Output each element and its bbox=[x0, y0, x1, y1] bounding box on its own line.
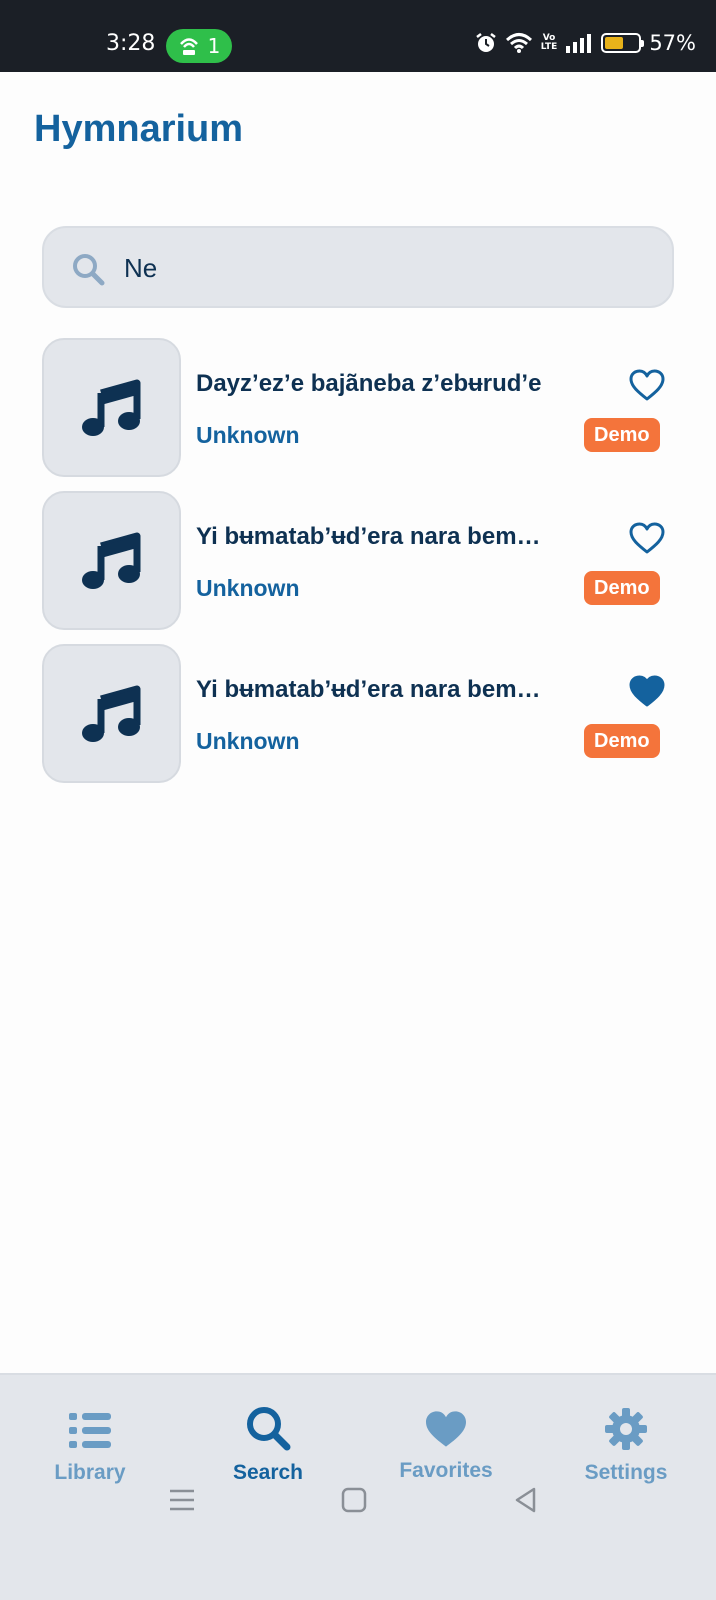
song-title: Dayz’ez’e bajãneba z’ebʉrud’e bbox=[196, 370, 542, 397]
status-time: 3:28 bbox=[106, 31, 156, 56]
gear-icon bbox=[605, 1408, 647, 1450]
hotspot-icon bbox=[179, 38, 198, 55]
song-thumbnail bbox=[42, 644, 181, 783]
song-thumbnail bbox=[42, 491, 181, 630]
nav-search[interactable]: Search bbox=[188, 1405, 348, 1485]
music-note-icon bbox=[81, 685, 140, 742]
page-title: Hymnarium bbox=[34, 108, 244, 150]
hotspot-indicator: 1 bbox=[166, 29, 232, 63]
signal-icon bbox=[566, 34, 592, 53]
alarm-icon bbox=[476, 33, 496, 52]
search-icon bbox=[247, 1407, 291, 1451]
nav-library[interactable]: Library bbox=[10, 1405, 170, 1485]
song-title: Yi bʉmatab’ʉd’era nara bem… bbox=[196, 523, 541, 550]
status-icons: Vo LTE 57% bbox=[475, 31, 696, 55]
battery-icon bbox=[601, 33, 645, 53]
list-icon bbox=[69, 1413, 111, 1448]
song-artist: Unknown bbox=[196, 575, 300, 601]
menu-icon[interactable] bbox=[162, 1480, 202, 1520]
music-note-icon bbox=[81, 379, 140, 436]
heart-icon bbox=[426, 1411, 466, 1447]
search-bar[interactable] bbox=[42, 226, 674, 308]
status-bar: 3:28 1 Vo LTE 57% bbox=[0, 0, 716, 72]
home-icon[interactable] bbox=[334, 1480, 374, 1520]
search-icon bbox=[70, 251, 106, 287]
music-note-icon bbox=[81, 532, 140, 589]
demo-badge: Demo bbox=[584, 724, 660, 758]
list-item[interactable]: Yi bʉmatab’ʉd’era nara bem… Unknown Demo bbox=[42, 491, 674, 630]
list-item[interactable]: Dayz’ez’e bajãneba z’ebʉrud’e Unknown De… bbox=[42, 338, 674, 477]
song-artist: Unknown bbox=[196, 728, 300, 754]
volte-icon: Vo LTE bbox=[540, 33, 558, 52]
heart-outline-icon[interactable] bbox=[628, 521, 666, 555]
demo-badge: Demo bbox=[584, 418, 660, 452]
song-artist: Unknown bbox=[196, 422, 300, 448]
song-title: Yi bʉmatab’ʉd’era nara bem… bbox=[196, 676, 541, 703]
demo-badge: Demo bbox=[584, 571, 660, 605]
list-item[interactable]: Yi bʉmatab’ʉd’era nara bem… Unknown Demo bbox=[42, 644, 674, 783]
nav-favorites[interactable]: Favorites bbox=[366, 1403, 526, 1483]
heart-outline-icon[interactable] bbox=[628, 368, 666, 402]
back-icon[interactable] bbox=[506, 1480, 546, 1520]
system-nav-bar bbox=[0, 1480, 716, 1540]
hotspot-count: 1 bbox=[207, 34, 221, 58]
wifi-icon bbox=[505, 33, 532, 53]
battery-percent: 57% bbox=[649, 31, 696, 55]
results-list: Dayz’ez’e bajãneba z’ebʉrud’e Unknown De… bbox=[42, 338, 674, 797]
nav-settings[interactable]: Settings bbox=[546, 1405, 706, 1485]
heart-filled-icon[interactable] bbox=[628, 674, 666, 708]
song-thumbnail bbox=[42, 338, 181, 477]
search-input[interactable] bbox=[124, 246, 644, 290]
